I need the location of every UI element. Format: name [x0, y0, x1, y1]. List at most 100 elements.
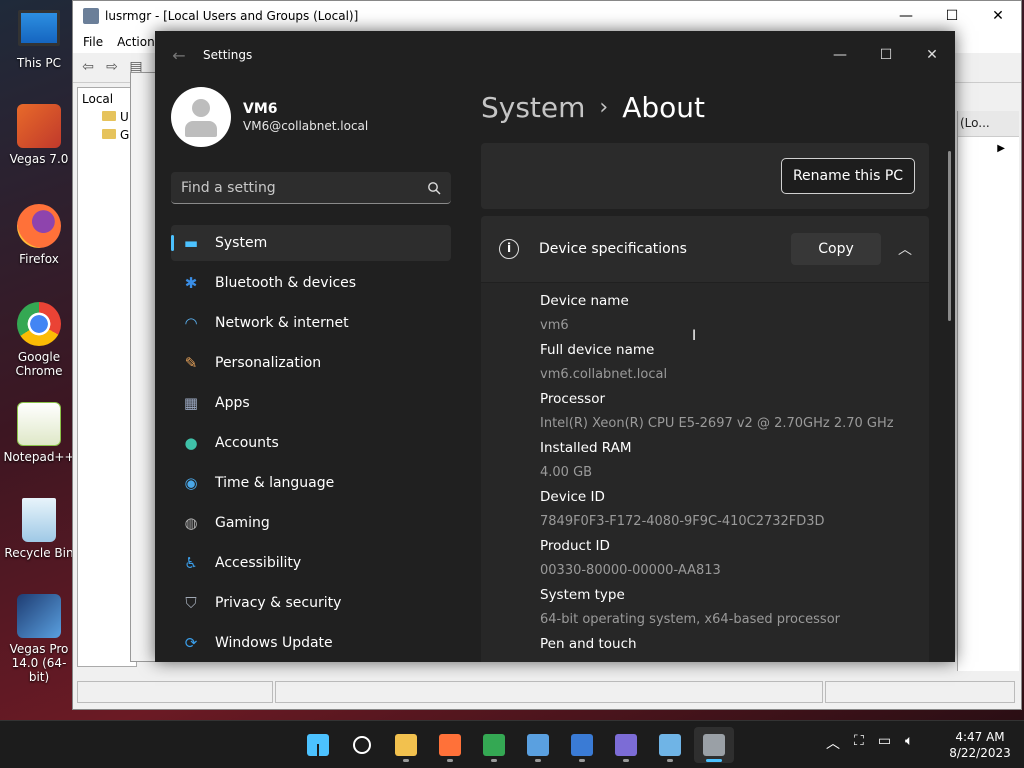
actions-header[interactable]: (Lo...: [958, 111, 1019, 137]
settings-titlebar[interactable]: ← Settings — ☐ ✕: [155, 31, 955, 79]
update-icon: ⟳: [184, 634, 198, 652]
minimize-button[interactable]: —: [817, 47, 863, 63]
apps-icon: ▦: [183, 394, 199, 412]
taskbar-start-button[interactable]: [298, 727, 338, 763]
clock-time: 4:47 AM: [955, 730, 1005, 744]
clock[interactable]: 4:47 AM 8/22/2023: [940, 729, 1020, 761]
shield-icon: ⛉: [185, 594, 197, 612]
spec-value[interactable]: Intel(R) Xeon(R) CPU E5-2697 v2 @ 2.70GH…: [540, 411, 929, 436]
expand-arrow-icon[interactable]: ▶: [958, 143, 1019, 154]
desktop-icon-firefox[interactable]: Firefox: [2, 204, 76, 266]
nav-item-label: Privacy & security: [215, 595, 342, 611]
breadcrumb-system[interactable]: System: [481, 91, 585, 124]
folder-icon: [102, 129, 116, 139]
network-status-icon[interactable]: ⛶: [854, 733, 864, 753]
desktop-icon-recycle-bin[interactable]: Recycle Bin: [2, 498, 76, 560]
desktop-icon-notepadpp[interactable]: Notepad++: [2, 402, 76, 464]
nav-item-label: Personalization: [215, 355, 322, 371]
nav-item-accessibility[interactable]: ♿ Accessibility: [171, 545, 451, 581]
spec-value[interactable]: 4.00 GB: [540, 460, 929, 485]
copy-button[interactable]: Copy: [791, 233, 881, 265]
gamepad-icon: ◍: [184, 514, 198, 532]
taskbar-search-button[interactable]: [342, 727, 382, 763]
minimize-button[interactable]: —: [883, 8, 929, 24]
taskbar-settings[interactable]: [694, 727, 734, 763]
profile-name: VM6: [243, 101, 278, 117]
nav-item-gaming[interactable]: ◍ Gaming: [171, 505, 451, 541]
accessibility-icon: ♿: [184, 554, 198, 572]
info-icon: i: [499, 239, 519, 259]
maximize-button[interactable]: ☐: [929, 8, 975, 24]
taskbar-network-tool[interactable]: [562, 727, 602, 763]
start-button-icon: [307, 734, 329, 756]
folder-icon: [102, 111, 116, 121]
brush-icon: ✎: [184, 354, 198, 372]
nav-item-windows-update[interactable]: ⟳ Windows Update: [171, 625, 451, 661]
spec-value[interactable]: vm6: [540, 313, 929, 338]
rename-pc-button[interactable]: Rename this PC: [781, 158, 915, 194]
desktop-icon-vegas7[interactable]: Vegas 7.0: [2, 104, 76, 166]
running-indicator: [447, 759, 453, 762]
settings-nav: ▬ System ✱ Bluetooth & devices ◠ Network & in…: [171, 225, 451, 662]
nav-item-system[interactable]: ▬ System: [171, 225, 451, 261]
desktop-icon-label: Vegas Pro 14.0 (64-bit): [9, 642, 69, 684]
tree-item-local[interactable]: Local: [82, 92, 132, 110]
scrollbar[interactable]: [948, 151, 951, 321]
avatar: [171, 87, 231, 147]
desktop-icon-vegas-pro[interactable]: Vegas Pro 14.0 (64-bit): [2, 594, 76, 684]
spec-value[interactable]: 00330-80000-00000-AA813: [540, 558, 929, 583]
nav-item-privacy-security[interactable]: ⛉ Privacy & security: [171, 585, 451, 621]
spec-key: Device ID: [540, 489, 605, 505]
bluetooth-icon: ✱: [184, 274, 198, 292]
back-arrow-icon[interactable]: ⇦: [79, 59, 97, 77]
nav-item-time-language[interactable]: ◉ Time & language: [171, 465, 451, 501]
menu-action[interactable]: Action: [117, 35, 155, 49]
desktop-icon-label: Firefox: [19, 252, 59, 266]
taskbar-chrome[interactable]: [474, 727, 514, 763]
back-button[interactable]: ←: [155, 46, 203, 65]
search-input[interactable]: Find a setting: [171, 172, 451, 204]
nav-item-label: Accounts: [215, 435, 279, 451]
spec-value[interactable]: vm6.collabnet.local: [540, 362, 929, 387]
device-specs-header[interactable]: i Device specifications Copy ︿: [481, 216, 929, 282]
forward-arrow-icon[interactable]: ⇨: [103, 59, 121, 77]
tree-item-groups[interactable]: G: [82, 128, 132, 146]
spec-row: Device ID 7849F0F3-F172-4080-9F9C-410C273…: [540, 485, 929, 534]
spec-row: Processor Intel(R) Xeon(R) CPU E5-2697 v2…: [540, 387, 929, 436]
file-explorer-icon: [395, 734, 417, 756]
chevron-up-icon[interactable]: ︿: [895, 239, 915, 259]
taskbar-file-explorer[interactable]: [386, 727, 426, 763]
lusrmgr-titlebar[interactable]: lusrmgr - [Local Users and Groups (Local…: [73, 1, 1021, 31]
user-profile[interactable]: VM6 VM6@collabnet.local: [171, 87, 368, 147]
chevron-up-icon[interactable]: ︿: [826, 733, 840, 753]
close-button[interactable]: ✕: [975, 8, 1021, 24]
nav-item-apps[interactable]: ▦ Apps: [171, 385, 451, 421]
spec-value[interactable]: 64-bit operating system, x64-based proce…: [540, 607, 929, 632]
spec-value[interactable]: 7849F0F3-F172-4080-9F9C-410C2732FD3D: [540, 509, 929, 534]
tree-item-users[interactable]: U: [82, 110, 132, 128]
taskbar-control-panel[interactable]: [606, 727, 646, 763]
nav-item-network-internet[interactable]: ◠ Network & internet: [171, 305, 451, 341]
text-cursor-icon: I: [692, 328, 697, 344]
taskbar-vegas[interactable]: [518, 727, 558, 763]
desktop-icon-this-pc[interactable]: This PC: [2, 10, 76, 70]
maximize-button[interactable]: ☐: [863, 47, 909, 63]
accounts-icon: ●: [184, 434, 198, 452]
close-button[interactable]: ✕: [909, 47, 955, 63]
search-placeholder: Find a setting: [181, 179, 276, 196]
desktop-icon-chrome[interactable]: Google Chrome: [2, 302, 76, 378]
nav-item-bluetooth-devices[interactable]: ✱ Bluetooth & devices: [171, 265, 451, 301]
desktop-icon-label: This PC: [17, 56, 61, 70]
taskbar-remote-desktop[interactable]: [650, 727, 690, 763]
running-indicator: [491, 759, 497, 762]
taskbar-firefox[interactable]: [430, 727, 470, 763]
chrome-icon: [483, 734, 505, 756]
taskbar: ︿ ⛶ ▭ 🔈︎ 4:47 AM 8/22/2023: [0, 720, 1024, 768]
recycle-bin-icon: [22, 498, 56, 542]
nav-item-personalization[interactable]: ✎ Personalization: [171, 345, 451, 381]
menu-file[interactable]: File: [83, 35, 103, 49]
display-icon[interactable]: ▭: [878, 733, 891, 753]
nav-item-accounts[interactable]: ● Accounts: [171, 425, 451, 461]
speaker-icon[interactable]: 🔈︎: [905, 733, 913, 753]
firefox-icon: [17, 204, 61, 248]
